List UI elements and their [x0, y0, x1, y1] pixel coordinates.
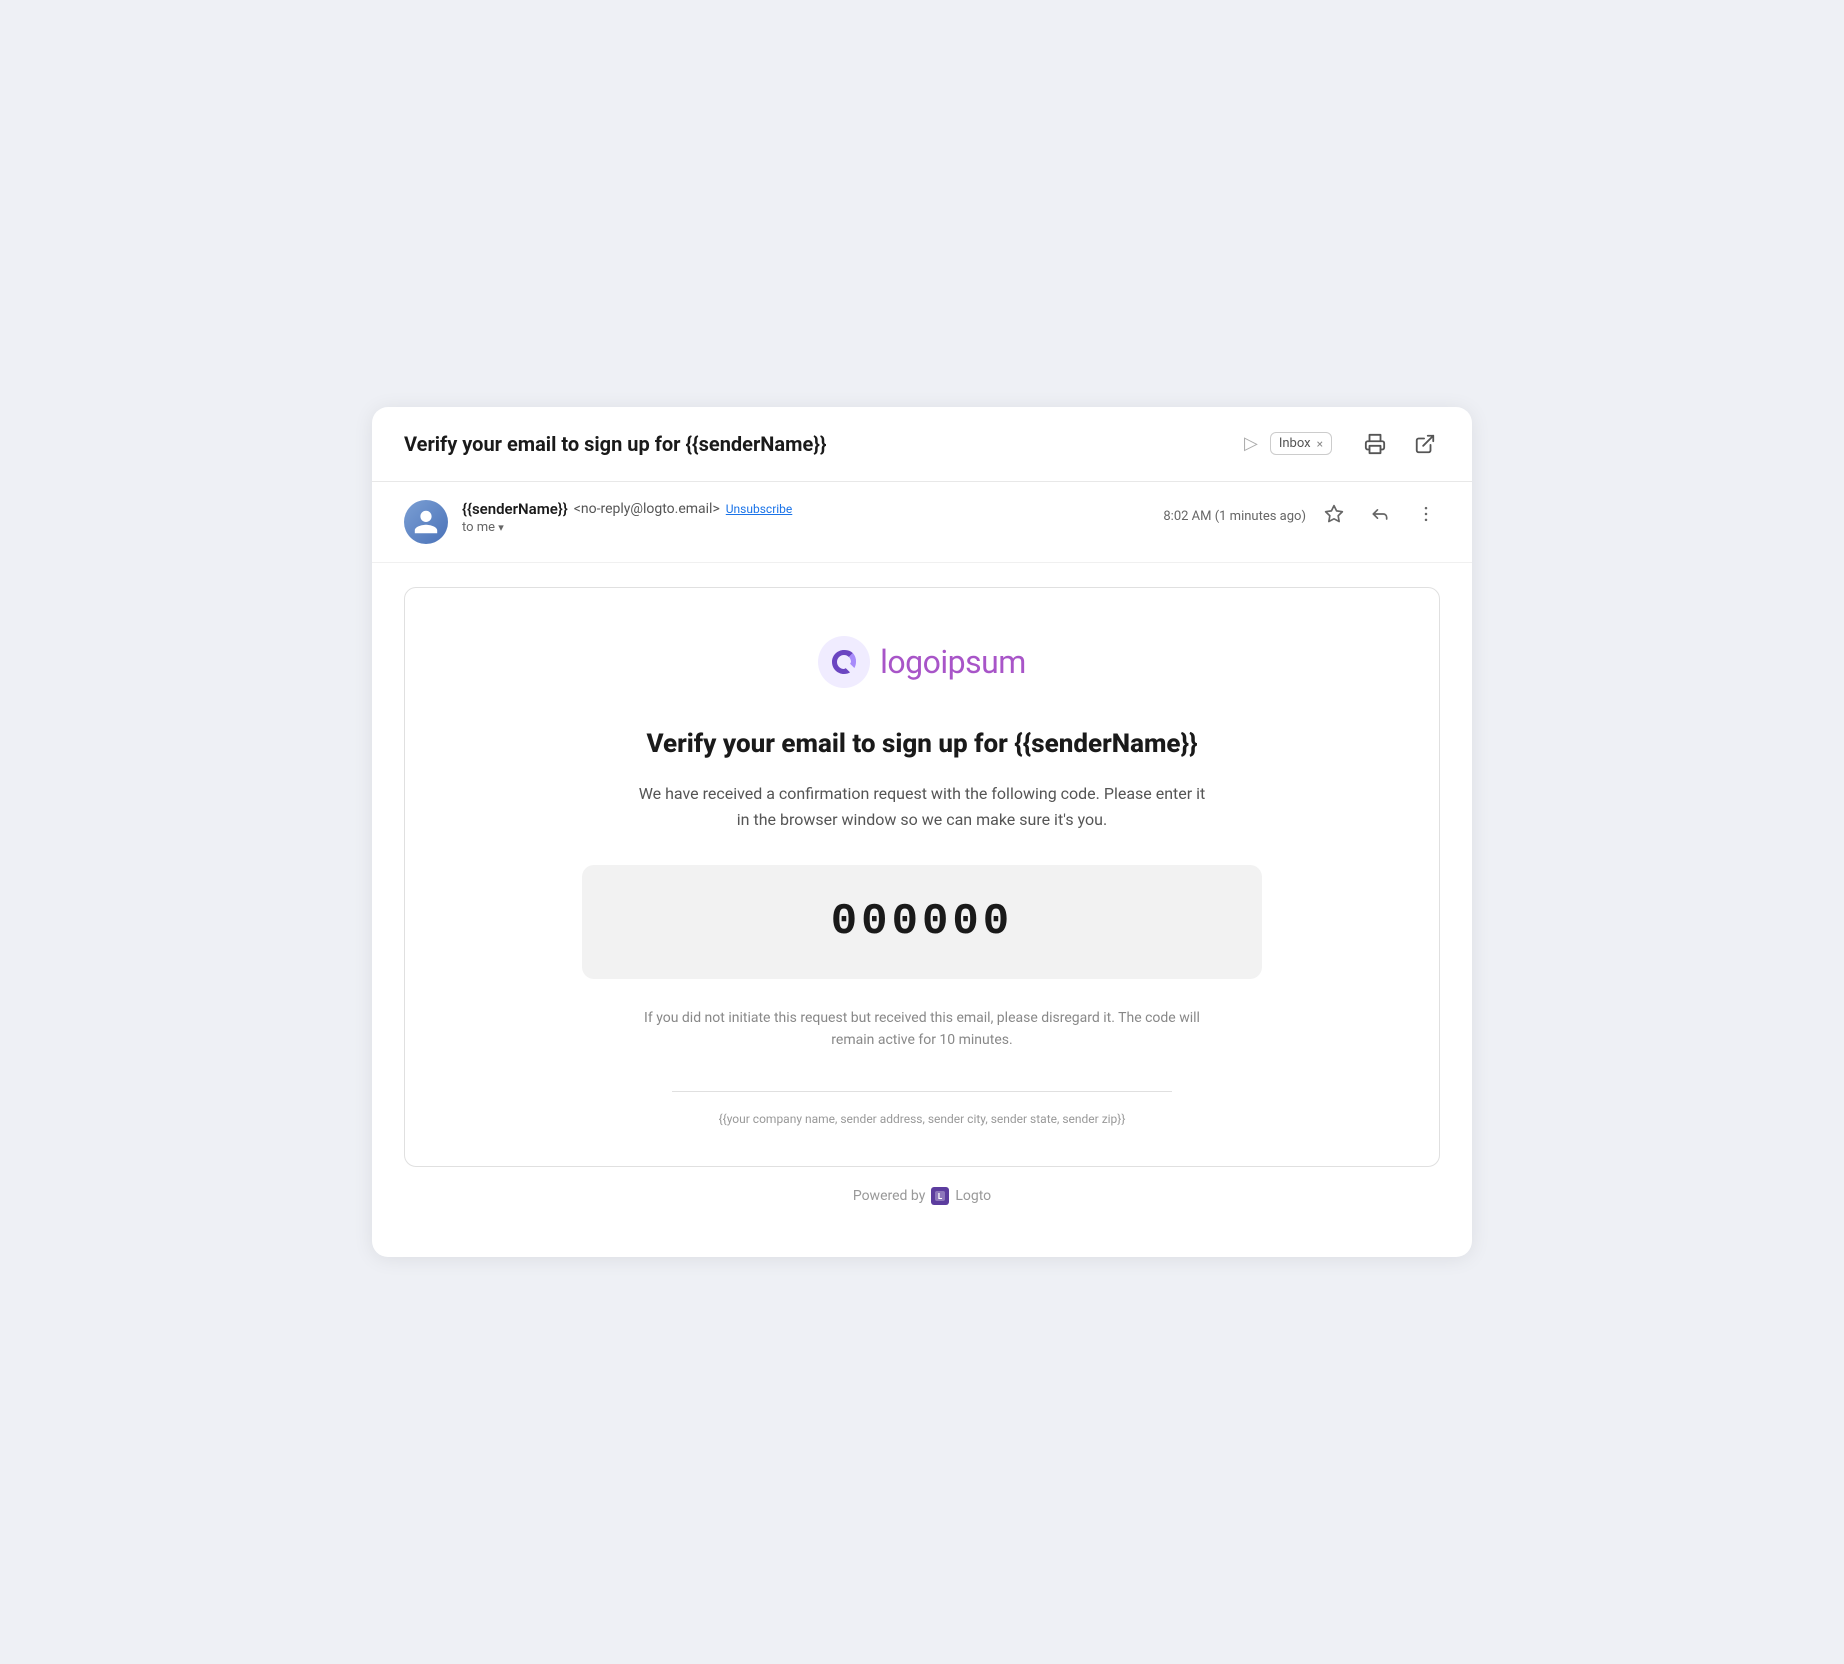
- to-me[interactable]: to me ▾: [462, 520, 1149, 535]
- email-subject: Verify your email to sign up for {{sende…: [404, 432, 1232, 456]
- reply-button[interactable]: [1366, 500, 1394, 533]
- logto-logo-icon: L: [931, 1187, 949, 1205]
- sender-row-right: 8:02 AM (1 minutes ago): [1163, 500, 1440, 533]
- sender-email: <no-reply@logto.email>: [574, 501, 720, 517]
- email-card-inner: logoipsum Verify your email to sign up f…: [405, 588, 1439, 1167]
- timestamp: 8:02 AM (1 minutes ago): [1163, 509, 1306, 524]
- star-button[interactable]: [1320, 500, 1348, 533]
- powered-by-footer: Powered by L Logto: [404, 1167, 1440, 1225]
- verification-code: 000000: [831, 897, 1013, 947]
- logo-text-light: ipsum: [940, 643, 1025, 681]
- sender-name: {{senderName}}: [462, 500, 568, 518]
- inbox-label-chip[interactable]: Inbox ×: [1270, 432, 1332, 455]
- logo-text: logoipsum: [880, 643, 1026, 681]
- inbox-label-close[interactable]: ×: [1317, 437, 1323, 451]
- to-me-dropdown-icon: ▾: [498, 521, 504, 534]
- powered-by-text: Powered by: [853, 1188, 926, 1204]
- print-button[interactable]: [1360, 429, 1390, 459]
- email-body: logoipsum Verify your email to sign up f…: [372, 563, 1472, 1258]
- meta-icons: [1320, 500, 1440, 533]
- footer-address: {{your company name, sender address, sen…: [465, 1112, 1379, 1126]
- email-note: If you did not initiate this request but…: [632, 1007, 1212, 1052]
- company-logo-icon: [818, 636, 870, 688]
- sender-name-line: {{senderName}} <no-reply@logto.email> Un…: [462, 500, 1149, 518]
- logto-brand-text: Logto: [955, 1188, 991, 1204]
- sender-info: {{senderName}} <no-reply@logto.email> Un…: [462, 500, 1149, 535]
- logo-area: logoipsum: [465, 636, 1379, 688]
- popout-button[interactable]: [1410, 429, 1440, 459]
- more-options-button[interactable]: [1412, 500, 1440, 533]
- unsubscribe-link[interactable]: Unsubscribe: [726, 502, 793, 516]
- logo-text-bold: logo: [880, 643, 940, 681]
- email-client: Verify your email to sign up for {{sende…: [372, 407, 1472, 1258]
- avatar: [404, 500, 448, 544]
- sender-row: {{senderName}} <no-reply@logto.email> Un…: [372, 482, 1472, 563]
- email-header: Verify your email to sign up for {{sende…: [372, 407, 1472, 482]
- email-card: logoipsum Verify your email to sign up f…: [404, 587, 1440, 1168]
- inbox-label-text: Inbox: [1279, 436, 1311, 451]
- content-divider: [672, 1091, 1172, 1092]
- label-arrow-icon: ▷: [1244, 433, 1258, 454]
- email-description: We have received a confirmation request …: [632, 781, 1212, 832]
- header-actions: [1360, 429, 1440, 459]
- svg-text:L: L: [938, 1192, 943, 1201]
- code-box: 000000: [582, 865, 1262, 979]
- email-content-title: Verify your email to sign up for {{sende…: [465, 728, 1379, 762]
